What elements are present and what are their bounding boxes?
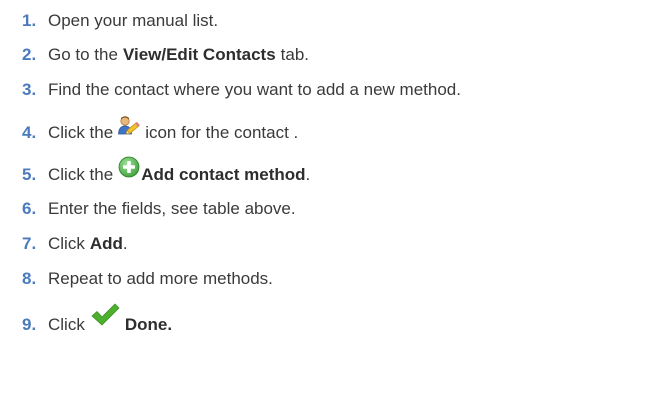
step-6: 6. Enter the fields, see table above.	[22, 193, 296, 223]
add-contact-method-label: Add contact method	[141, 164, 306, 184]
tab-name-view-edit-contacts: View/Edit Contacts	[122, 44, 276, 64]
checkmark-icon	[90, 302, 120, 328]
done-label: Done.	[124, 314, 173, 334]
step-5: 5. Click the Add contact method .	[22, 156, 311, 189]
step-4: 4. Click the icon for the contact .	[22, 115, 299, 147]
step-text-before: Click the	[48, 164, 114, 184]
step-8: 8. Repeat to add more methods.	[22, 263, 273, 293]
step-text: Repeat to add more methods.	[48, 268, 273, 288]
step-3: 3. Find the contact where you want to ad…	[22, 74, 461, 104]
step-text-after: .	[305, 164, 311, 184]
step-2: 2. Go to the View/Edit Contacts tab.	[22, 39, 309, 69]
step-text: Open your manual list.	[48, 10, 219, 30]
step-text: Enter the fields, see table above.	[48, 198, 296, 218]
edit-contact-icon	[118, 115, 140, 137]
step-text-after: .	[122, 233, 128, 253]
step-7: 7. Click Add .	[22, 228, 128, 258]
step-number: 4.	[22, 122, 37, 142]
step-number: 9.	[22, 314, 37, 334]
step-number: 1.	[22, 10, 37, 30]
step-number: 5.	[22, 164, 37, 184]
add-label: Add	[89, 233, 123, 253]
step-number: 8.	[22, 268, 37, 288]
step-text-before: Go to the	[48, 44, 118, 64]
step-number: 2.	[22, 44, 37, 64]
step-number: 3.	[22, 79, 37, 99]
step-text-before: Click	[48, 314, 85, 334]
add-plus-icon	[118, 156, 140, 178]
step-text-before: Click	[48, 233, 85, 253]
step-text-before: Click the	[48, 122, 114, 142]
step-text-after: icon for the contact .	[145, 122, 299, 142]
step-text-after: tab.	[280, 44, 310, 64]
step-text: Find the contact where you want to add a…	[48, 79, 461, 99]
step-number: 6.	[22, 198, 37, 218]
step-9: 9. Click Done.	[22, 303, 173, 339]
instruction-steps: 1. Open your manual list. 2. Go to the V…	[0, 0, 661, 407]
step-number: 7.	[22, 233, 37, 253]
step-1: 1. Open your manual list.	[22, 5, 218, 35]
